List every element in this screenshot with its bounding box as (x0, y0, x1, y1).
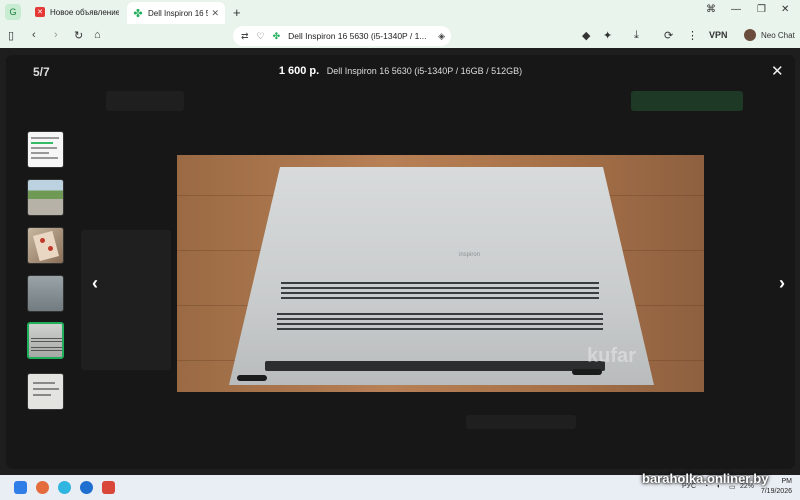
background-block (631, 91, 743, 111)
kufar-watermark: kufar (587, 345, 636, 367)
thumb-shape (31, 350, 62, 351)
app-icon[interactable] (102, 481, 115, 494)
reload-icon[interactable]: ↻ (74, 29, 83, 42)
profile-button[interactable]: Neo Chat (744, 29, 795, 41)
puzzle-icon[interactable]: ✦ (603, 29, 612, 42)
back-icon[interactable]: ‹ (32, 29, 36, 41)
extension-icon[interactable]: ◆ (582, 29, 590, 42)
kufar-favicon-icon: ✤ (133, 7, 143, 20)
price: 1 600 р. (278, 65, 320, 77)
tab-title: Dell Inspiron 16 5630 (i5- (148, 8, 209, 18)
workspaces-icon[interactable]: G (5, 4, 21, 20)
thumb-text-line (31, 147, 57, 149)
thumb-shape (31, 341, 62, 342)
thumbnail-3[interactable] (27, 227, 64, 264)
address-text: Dell Inspiron 16 5630 (i5-1340P / 1... (288, 31, 427, 41)
close-gallery-icon[interactable]: ✕ (771, 62, 784, 80)
main-photo[interactable]: inspiron kufar (177, 155, 704, 392)
close-tab-icon[interactable]: ✕ (211, 8, 219, 19)
vent-slot (281, 282, 599, 284)
menu-dots-icon[interactable]: ⋮ (687, 29, 698, 42)
laptop-logo: inspiron (459, 252, 481, 258)
background-block (106, 91, 184, 111)
tab-bar: G ✕ Новое объявление - Б ✤ Dell Inspiron… (0, 0, 800, 24)
vent-slot (277, 313, 603, 315)
vent-slot (277, 328, 603, 330)
thumbnail-5-selected[interactable] (27, 322, 64, 359)
edge-icon[interactable] (80, 481, 93, 494)
thumb-text-line (33, 382, 55, 384)
site-watermark: baraholka.onliner.by (642, 471, 769, 486)
thumb-text-line (31, 157, 58, 159)
vent-slot (277, 318, 603, 320)
clock-time: PM (781, 478, 793, 485)
gallery-title: 1 600 р. Dell Inspiron 16 5630 (i5-1340P… (6, 65, 795, 77)
download-icon[interactable]: ⤓ (634, 29, 639, 42)
start-icon[interactable] (14, 481, 27, 494)
background-block (466, 415, 576, 429)
favorite-heart-icon[interactable]: ♡ (257, 31, 265, 42)
new-tab-icon[interactable]: + (233, 5, 241, 20)
background-block (81, 230, 171, 370)
avatar (744, 29, 756, 41)
forward-icon[interactable]: › (54, 29, 58, 41)
vent-slot (281, 292, 599, 294)
thumb-shape (31, 338, 62, 339)
thumb-text-line (31, 137, 59, 139)
site-favicon-icon: ✕ (35, 7, 45, 17)
navigation-bar: ▯ ‹ › ↻ ⌂ ⇄ ♡ ✤ Dell Inspiron 16 5630 (i… (0, 24, 800, 48)
laptop-hinge (265, 361, 605, 371)
previous-image-icon[interactable]: ‹ (92, 273, 98, 294)
thumbnail-6[interactable] (27, 373, 64, 410)
vent-slot (277, 323, 603, 325)
app-icon[interactable] (36, 481, 49, 494)
thumb-shape (32, 230, 60, 262)
browser-icon[interactable] (58, 481, 71, 494)
maximize-icon[interactable]: ❐ (757, 4, 766, 15)
thumb-shape (31, 347, 62, 348)
address-bar[interactable]: ⇄ ♡ ✤ Dell Inspiron 16 5630 (i5-1340P / … (233, 26, 451, 46)
next-image-icon[interactable]: › (779, 273, 785, 294)
rubber-foot (237, 375, 267, 381)
tab-new-listing[interactable]: ✕ Новое объявление - Б (29, 2, 125, 22)
vent-slot (281, 297, 599, 299)
shield-check-icon[interactable]: ◈ (438, 31, 445, 42)
listing-title: Dell Inspiron 16 5630 (i5-1340P / 16GB /… (326, 66, 523, 76)
close-window-icon[interactable]: ✕ (781, 4, 789, 15)
vpn-badge[interactable]: VPN (709, 30, 728, 40)
clock-date: 7/19/2026 (760, 488, 792, 495)
thumb-text-line (31, 152, 49, 154)
profile-name: Neo Chat (761, 30, 795, 40)
kufar-favicon-icon: ✤ (272, 30, 281, 41)
site-settings-icon[interactable]: ⇄ (241, 31, 249, 42)
clock[interactable]: PM 7/19/2026 (760, 477, 792, 497)
tab-actions-icon[interactable]: ⌘ (706, 4, 716, 15)
minimize-icon[interactable]: — (731, 4, 741, 15)
thumb-shape (48, 246, 53, 251)
thumb-text-line (33, 394, 51, 396)
thumbnail-2[interactable] (27, 179, 64, 216)
rubber-foot (572, 369, 602, 375)
vent-slot (281, 287, 599, 289)
thumbnail-4[interactable] (27, 275, 64, 312)
thumb-text-line (31, 142, 53, 144)
tab-dell-inspiron[interactable]: ✤ Dell Inspiron 16 5630 (i5- ✕ (127, 2, 225, 24)
thumb-text-line (33, 388, 59, 390)
home-icon[interactable]: ⌂ (94, 29, 101, 41)
thumbnail-1[interactable] (27, 131, 64, 168)
sync-icon[interactable]: ⟳ (664, 29, 673, 42)
sidebar-icon[interactable]: ▯ (8, 29, 14, 42)
tab-title: Новое объявление - Б (50, 7, 119, 17)
image-gallery-overlay: 5/7 1 600 р. Dell Inspiron 16 5630 (i5-1… (6, 55, 795, 469)
thumb-shape (40, 238, 45, 243)
